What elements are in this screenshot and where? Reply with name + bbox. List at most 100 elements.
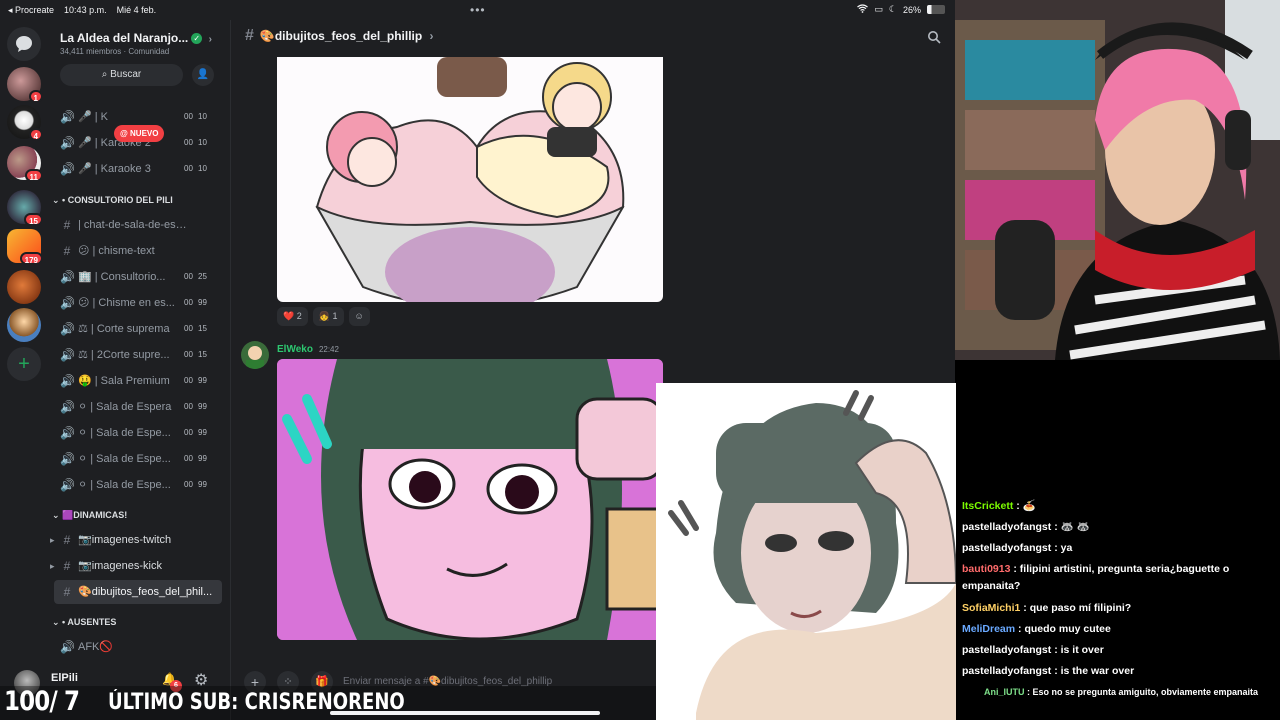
new-badge[interactable]: @ NUEVO (114, 125, 165, 142)
mention-badge: 179 (19, 252, 43, 265)
channel-header[interactable]: # 🎨dibujitos_feos_del_phillip › (245, 27, 434, 45)
channel-label: ⚖ | 2Corte supre... (78, 349, 170, 361)
chat-message: SofiaMichi1 : que paso mí filipini? (962, 602, 1132, 614)
channel-label: ⚪ | Sala de Espe... (78, 453, 171, 465)
server-member-count: 34,411 miembros · Comunidad (60, 47, 170, 56)
channel-item[interactable]: 🔊 🤑 | Sala Premium 00 99 (54, 369, 222, 393)
channel-item[interactable]: 🔊 ⚪ | Sala de Espe... 00 99 (54, 473, 222, 497)
channel-item[interactable]: 🔊 🏢 | Consultorio... 00 25 (54, 265, 222, 289)
channel-afk[interactable]: 🔊 AFK🚫 (54, 635, 222, 659)
server-icon-6[interactable] (7, 270, 41, 304)
channel-item[interactable]: 🔊 ⚪ | Sala de Espe... 00 99 (54, 421, 222, 445)
direct-messages-button[interactable] (7, 27, 41, 61)
channel-item[interactable]: 🔊 ⚖ | Corte suprema 00 15 (54, 317, 222, 341)
channel-label: 📷imagenes-kick (78, 560, 162, 572)
reaction-heart[interactable]: ❤️ 2 (277, 307, 308, 326)
chat-username: SofiaMichi1 (962, 602, 1021, 614)
battery-icon (927, 5, 945, 14)
chevron-right-icon: ▸ (50, 535, 55, 545)
server-icon-4[interactable]: 15 (7, 190, 43, 226)
category-ausentes[interactable]: ⌄ • AUSENTES (52, 617, 116, 628)
chat-message: pastelladyofangst : is it over (962, 644, 1104, 656)
chat-text: ya (1060, 542, 1073, 554)
channel-item[interactable]: 🔊 ⚪ | Sala de Espe... 00 99 (54, 447, 222, 471)
avatar[interactable] (241, 341, 269, 369)
server-icon-3[interactable]: 11 (7, 146, 43, 182)
reaction-girl[interactable]: 👧 1 (312, 307, 344, 326)
channel-label: 😕 | Chisme en es... (78, 297, 175, 309)
server-icon-2[interactable]: 4 (7, 105, 43, 141)
chat-text: que paso mí filipini? (1029, 602, 1132, 614)
channel-label: 😕 | chisme-text (78, 245, 155, 257)
add-reaction-button[interactable]: ☺ (348, 307, 370, 326)
chat-bubble-icon (16, 36, 32, 52)
voice-count: 00 15 (184, 350, 207, 359)
username: ElPili (51, 672, 78, 684)
home-indicator[interactable] (330, 711, 600, 715)
server-icon-7[interactable] (7, 308, 41, 342)
speaker-icon: 🔊 (60, 348, 75, 362)
search-button[interactable]: ⌕ Buscar (60, 64, 183, 86)
drawing-attachment-1[interactable] (277, 57, 663, 302)
channel-label: ⚪ | Sala de Espe... (78, 427, 171, 439)
channel-item[interactable]: 🔊 ⚪ | Sala de Espera 00 99 (54, 395, 222, 419)
reference-drawing (656, 383, 956, 720)
channel-item[interactable]: 🔊 😕 | Chisme en es... 00 99 (54, 291, 222, 315)
speaker-icon: 🔊 (60, 374, 75, 388)
chevron-down-icon: ⌄ (52, 195, 60, 205)
hash-icon: # (63, 533, 71, 547)
chevron-right-icon: › (208, 34, 212, 45)
chat-username: ItsCrickett (962, 500, 1014, 512)
voice-count: 00 25 (184, 272, 207, 281)
message-author[interactable]: ElWeko 22:42 (277, 344, 339, 355)
channel-item[interactable]: 🔊 ⚖ | 2Corte supre... 00 15 (54, 343, 222, 367)
chevron-right-icon: ▸ (50, 561, 55, 571)
server-icon-1[interactable]: 1 (7, 67, 43, 103)
channel-item[interactable]: # 😕 | chisme-text (54, 239, 222, 263)
verified-icon: ✓ (191, 33, 203, 44)
channel-item[interactable]: 🔊 🎤 | Karaoke 3 00 10 (54, 157, 222, 181)
hash-icon: # (63, 218, 71, 232)
speaker-icon: 🔊 (60, 322, 75, 336)
battery-percent: 26% (902, 4, 921, 15)
channel-item[interactable]: # 🎨dibujitos_feos_del_phil... (54, 580, 222, 604)
drawing-attachment-2[interactable] (277, 359, 663, 640)
mention-badge: 4 (28, 128, 43, 141)
server-name[interactable]: La Aldea del Naranjo... ✓ › (60, 31, 212, 45)
stream-chat: ItsCrickett : 🍝 pastelladyofangst : 🦝 🦝 pa… (956, 360, 1280, 720)
chevron-down-icon: ⌄ (52, 510, 60, 520)
add-server-button[interactable]: + (7, 347, 41, 381)
chat-text: Eso no se pregunta amiguito, obviamente … (1032, 687, 1259, 697)
reactions-row: ❤️ 2 👧 1 ☺ (277, 307, 370, 326)
chat-username: pastelladyofangst (962, 542, 1052, 554)
server-icon-la-aldea[interactable]: 179 (7, 229, 43, 265)
channel-item[interactable]: ▸ # 📷imagenes-kick (50, 554, 222, 578)
channel-sidebar: La Aldea del Naranjo... ✓ › 34,411 miembr… (14, 20, 228, 720)
category-consultorio[interactable]: ⌄ • CONSULTORIO DEL PILI (52, 195, 173, 206)
channel-item[interactable]: ▸ # 📷imagenes-twitch (50, 528, 222, 552)
category-dinamicas[interactable]: ⌄ 🟪DINAMICAS! (52, 510, 127, 521)
webcam-feed (955, 0, 1280, 360)
mention-badge: 15 (24, 213, 43, 226)
channel-item[interactable]: # | chat-de-sala-de-espera (54, 213, 222, 237)
speaker-icon: 🔊 (60, 426, 75, 440)
server-rail: 1 4 11 15 179 + (0, 20, 48, 720)
voice-count: 00 10 (184, 112, 207, 121)
chat-message: ItsCrickett : 🍝 (962, 500, 1036, 512)
channel-label: 🏢 | Consultorio... (78, 271, 166, 283)
wifi-icon (857, 4, 869, 15)
speaker-icon: 🔊 (60, 400, 75, 414)
status-date: Mié 4 feb. (116, 5, 157, 15)
voice-count: 00 15 (184, 324, 207, 333)
multitask-dots-icon[interactable]: ••• (470, 3, 486, 17)
girl-portrait-drawing (277, 359, 663, 640)
invite-member-button[interactable]: 👤 (192, 64, 214, 86)
screen-mirror-icon: ▭ (874, 4, 883, 14)
voice-count: 00 99 (184, 376, 207, 385)
status-time: 10:43 p.m. (64, 5, 107, 15)
back-to-app[interactable]: ◂ Procreate (8, 5, 54, 16)
search-icon[interactable] (927, 30, 941, 44)
voice-count: 00 99 (184, 454, 207, 463)
chat-message: pastelladyofangst : is the war over (962, 665, 1135, 677)
chat-username: MeliDream (962, 623, 1016, 635)
